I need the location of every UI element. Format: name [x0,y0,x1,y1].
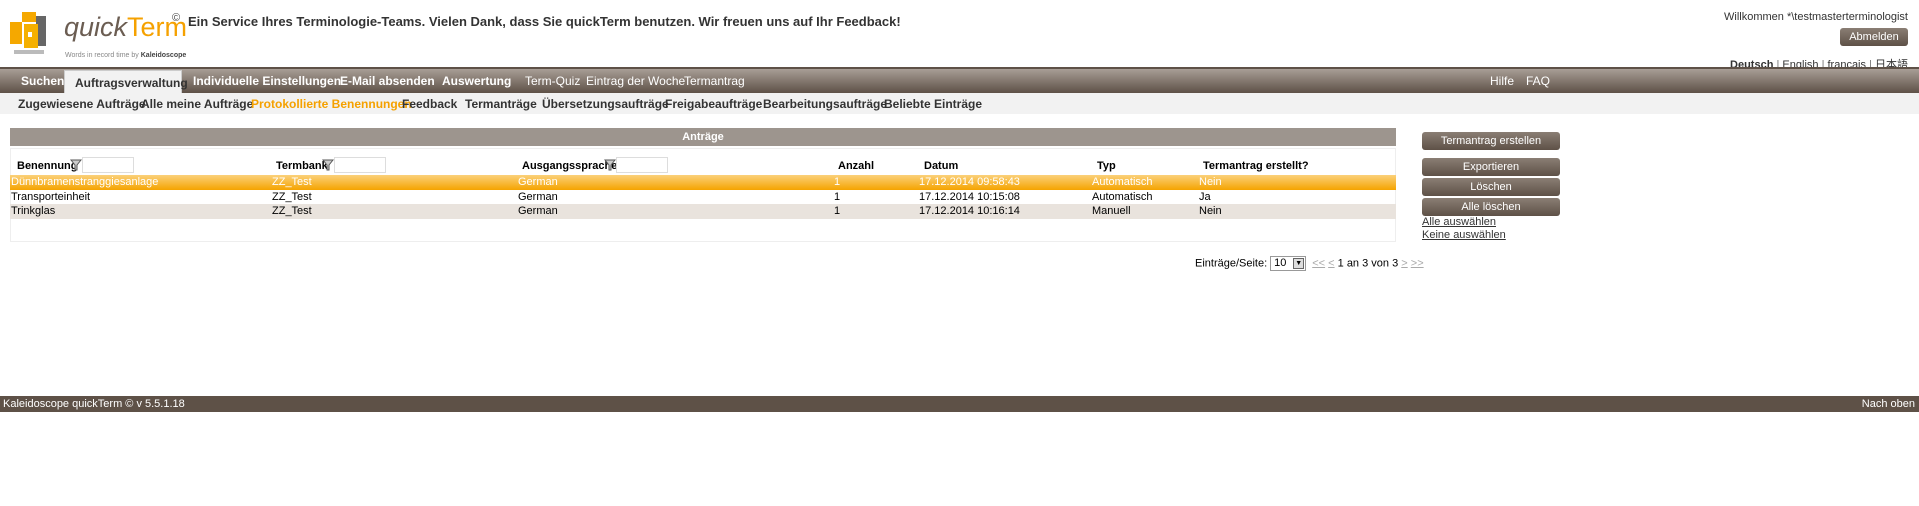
exportieren-button[interactable]: Exportieren [1422,158,1560,176]
brand-name: quickTerm [64,12,188,42]
table-cell: Nein [1199,205,1222,217]
ausgangssprache-filter-input[interactable] [616,157,668,173]
table-cell: Nein [1199,176,1222,188]
page-size-select[interactable]: 10 ▼ [1270,256,1307,271]
filter-icon[interactable] [604,159,616,171]
nav-eintrag-der-woche[interactable]: Eintrag der Woche [586,69,685,93]
keine-auswaehlen-link[interactable]: Keine auswählen [1422,229,1506,241]
nav-termantrag[interactable]: Termantrag [684,69,745,93]
main-nav: Suchen Auftragsverwaltung Individuelle E… [0,67,1919,94]
table-cell: 1 [834,176,841,188]
nav-suchen[interactable]: Suchen [21,69,64,93]
footer: Kaleidoscope quickTerm © v 5.5.1.18 Nach… [0,396,1919,412]
version-text: Kaleidoscope quickTerm © v 5.5.1.18 [3,398,185,410]
table-row[interactable]: Dünnbramenstranggiesanlage ZZ_Test German 1… [10,175,1396,190]
table-cell: Dünnbramenstranggiesanlage [11,176,159,188]
nav-individuelle-einstellungen[interactable]: Individuelle Einstellungen [193,69,341,93]
table-cell: Transporteinheit [11,191,91,203]
subnav-feedback[interactable]: Feedback [402,97,457,111]
table-cell: Automatisch [1092,191,1153,203]
panel-title: Anträge [10,128,1396,146]
quickterm-logo-icon [10,12,46,54]
table-cell: Ja [1199,191,1211,203]
table-cell: 17.12.2014 09:58:43 [919,176,1020,188]
nav-auftragsverwaltung[interactable]: Auftragsverwaltung [64,70,188,94]
nav-term-quiz[interactable]: Term-Quiz [525,69,580,93]
service-message: Ein Service Ihres Terminologie-Teams. Vi… [188,14,901,29]
logout-button[interactable]: Abmelden [1840,28,1908,46]
table-cell: 17.12.2014 10:15:08 [919,191,1020,203]
col-termbank[interactable]: Termbank [276,160,328,172]
termantrag-erstellen-button[interactable]: Termantrag erstellen [1422,132,1560,150]
subnav-uebersetzung[interactable]: Übersetzungsaufträge [542,97,669,111]
table-row[interactable]: Transporteinheit ZZ_Test German 1 17.12.2014… [10,190,1396,205]
subnav-bearbeitung[interactable]: Bearbeitungsaufträge [763,97,887,111]
sub-nav: Zugewiesene Aufträge Alle meine Aufträge… [0,93,1919,114]
pager: Einträge/Seite: 10 ▼ << < 1 an 3 von 3 > >… [1195,256,1424,271]
nav-faq[interactable]: FAQ [1526,69,1550,93]
alle-loeschen-button[interactable]: Alle löschen [1422,198,1560,216]
col-typ[interactable]: Typ [1097,160,1116,172]
col-anzahl[interactable]: Anzahl [838,160,874,172]
subnav-termantraege[interactable]: Termanträge [465,97,537,111]
filter-icon[interactable] [70,159,82,171]
table-cell: 1 [834,205,841,217]
copyright: © [172,12,181,24]
termbank-filter-input[interactable] [334,157,386,173]
table-cell: 1 [834,191,841,203]
table-row[interactable]: Trinkglas ZZ_Test German 1 17.12.2014 10:16:… [10,204,1396,219]
subnav-alle-meine[interactable]: Alle meine Aufträge [141,97,253,111]
subnav-zugewiesene[interactable]: Zugewiesene Aufträge [18,97,146,111]
next-page-link[interactable]: > [1401,257,1407,269]
page-status: 1 an 3 von 3 [1337,257,1399,270]
prev-page-link[interactable]: < [1328,257,1334,269]
welcome-text: Willkommen *\testmasterterminologist [1724,11,1908,23]
filter-icon[interactable] [322,159,334,171]
col-termantrag-erstellt[interactable]: Termantrag erstellt? [1203,160,1309,172]
subnav-beliebte[interactable]: Beliebte Einträge [884,97,982,111]
page-size-label: Einträge/Seite: [1195,257,1268,270]
table-cell: German [518,191,558,203]
table-cell: ZZ_Test [272,191,312,203]
nav-email-absenden[interactable]: E-Mail absenden [340,69,435,93]
back-to-top-link[interactable]: Nach oben [1862,396,1915,412]
table-cell: ZZ_Test [272,176,312,188]
table-cell: Manuell [1092,205,1131,217]
col-datum[interactable]: Datum [924,160,958,172]
table-cell: Trinkglas [11,205,56,217]
table-cell: 17.12.2014 10:16:14 [919,205,1020,217]
subnav-freigabe[interactable]: Freigabeaufträge [665,97,762,111]
benennung-filter-input[interactable] [82,157,134,173]
nav-hilfe[interactable]: Hilfe [1490,69,1514,93]
subnav-protokollierte[interactable]: Protokollierte Benennungen [251,97,412,111]
nav-auswertung[interactable]: Auswertung [442,69,511,93]
table-cell: German [518,205,558,217]
dropdown-arrow-icon[interactable]: ▼ [1293,258,1305,269]
last-page-link[interactable]: >> [1411,257,1424,269]
tagline: Words in record time by Kaleidoscope [65,52,187,59]
loeschen-button[interactable]: Löschen [1422,178,1560,196]
first-page-link[interactable]: << [1312,257,1325,269]
table-cell: German [518,176,558,188]
table-cell: Automatisch [1092,176,1153,188]
alle-auswaehlen-link[interactable]: Alle auswählen [1422,216,1496,228]
table-cell: ZZ_Test [272,205,312,217]
col-benennung[interactable]: Benennung [17,160,78,172]
